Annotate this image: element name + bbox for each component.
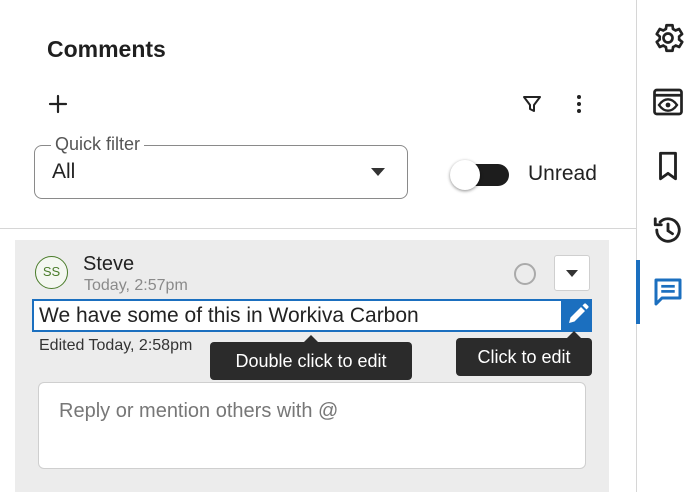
filter-icon: [523, 96, 541, 112]
tooltip-click: Click to edit: [456, 331, 592, 376]
rail-bookmark-button[interactable]: [650, 148, 686, 184]
comment-timestamp: Today, 2:57pm: [84, 277, 188, 294]
rail-settings-button[interactable]: [650, 20, 686, 56]
more-vertical-icon: [577, 95, 581, 113]
quick-filter-label: Quick filter: [51, 134, 145, 155]
quick-filter-select[interactable]: Quick filter All: [34, 134, 408, 199]
comment-body-text: We have some of this in Workiva Carbon: [39, 304, 419, 327]
plus-icon: [48, 94, 68, 114]
tooltip-arrow: [567, 331, 581, 338]
reply-input[interactable]: Reply or mention others with @: [38, 382, 586, 469]
tooltip-arrow: [304, 335, 318, 342]
comment-menu-button[interactable]: [554, 255, 590, 291]
caret-down-icon: [566, 270, 578, 277]
rail-comments-button[interactable]: [650, 274, 686, 310]
comments-panel: Comments Quick filter All Unread SS Stev…: [0, 0, 636, 492]
resolve-button[interactable]: [514, 263, 536, 285]
tooltip-text: Click to edit: [477, 347, 571, 367]
comment-author: Steve: [83, 253, 135, 275]
toggle-knob: [450, 160, 480, 190]
rail-active-indicator: [636, 260, 640, 324]
pencil-icon: [569, 303, 589, 323]
comment-body[interactable]: We have some of this in Workiva Carbon: [32, 299, 592, 332]
rail-history-button[interactable]: [650, 212, 686, 248]
bookmark-icon: [659, 151, 677, 181]
eye-icon: [653, 88, 683, 116]
tooltip-text: Double click to edit: [235, 351, 387, 371]
edit-button[interactable]: [561, 299, 592, 332]
reply-placeholder: Reply or mention others with @: [59, 400, 339, 422]
add-comment-button[interactable]: [46, 92, 70, 116]
comment-icon: [654, 278, 682, 306]
avatar: SS: [35, 256, 68, 289]
tooltip-double-click: Double click to edit: [210, 335, 412, 380]
filter-button[interactable]: [520, 92, 544, 116]
history-icon: [653, 217, 681, 243]
panel-title: Comments: [47, 36, 166, 62]
unread-toggle[interactable]: [450, 160, 510, 192]
more-options-button[interactable]: [567, 92, 591, 116]
caret-down-icon: [371, 168, 385, 176]
edited-label: Edited Today, 2:58pm: [39, 337, 193, 354]
divider: [0, 228, 636, 229]
unread-label: Unread: [528, 162, 597, 185]
gear-icon: [655, 23, 684, 53]
rail-preview-button[interactable]: [650, 84, 686, 120]
quick-filter-value: All: [52, 160, 76, 183]
